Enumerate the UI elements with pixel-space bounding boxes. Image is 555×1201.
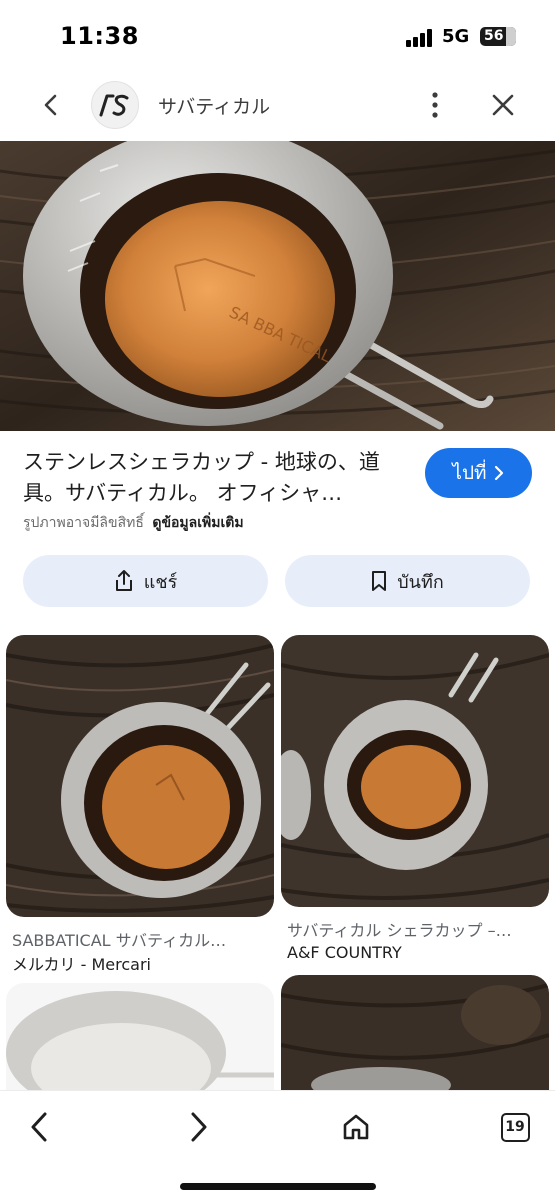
- chevron-right-icon: [494, 465, 503, 481]
- visit-label: ไปที่: [452, 462, 487, 484]
- more-options-button[interactable]: [424, 88, 446, 122]
- sierra-cup-photo: SA BBA TICAL: [0, 141, 555, 431]
- network-label: 5G: [442, 26, 470, 47]
- save-label: บันทึก: [397, 571, 444, 593]
- nav-tabs-button[interactable]: 19: [493, 1105, 537, 1149]
- related-image-2[interactable]: [281, 635, 549, 907]
- home-indicator: [180, 1183, 376, 1190]
- visit-button[interactable]: ไปที่: [425, 448, 532, 498]
- close-button[interactable]: [486, 88, 520, 122]
- status-time: 11:38: [60, 22, 139, 50]
- more-info-link[interactable]: ดูข้อมูลเพิ่มเติม: [152, 515, 243, 531]
- related-card-3[interactable]: [6, 983, 274, 1113]
- site-logo-icon[interactable]: [91, 81, 139, 129]
- hero-image[interactable]: SA BBA TICAL: [0, 141, 555, 431]
- related-source-1: メルカリ - Mercari: [12, 955, 151, 974]
- cup-photo-2: [281, 635, 549, 907]
- share-icon: [115, 570, 132, 591]
- related-source-2: A&F COUNTRY: [287, 943, 402, 962]
- related-card-4[interactable]: [281, 975, 549, 1115]
- related-card-1[interactable]: SABBATICAL サバティカル… メルカリ - Mercari: [6, 635, 274, 974]
- site-name[interactable]: サバティカル: [158, 92, 270, 119]
- nav-home-button[interactable]: [334, 1105, 378, 1149]
- copyright-note: รูปภาพอาจมีลิขสิทธิ์: [23, 515, 144, 531]
- back-icon: [31, 1112, 47, 1142]
- related-title-1: SABBATICAL サバティカル…: [12, 931, 227, 950]
- related-image-1[interactable]: [6, 635, 274, 917]
- share-button[interactable]: แชร์: [23, 555, 268, 607]
- copyright-line: รูปภาพอาจมีลิขสิทธิ์ ดูข้อมูลเพิ่มเติม: [23, 512, 244, 534]
- forward-icon: [191, 1112, 207, 1142]
- cup-photo-1: [6, 635, 274, 917]
- related-title-2: サバティカル シェラカップ –…: [287, 921, 512, 940]
- home-icon: [343, 1114, 369, 1140]
- tabs-count: 19: [505, 1119, 525, 1135]
- back-arrow-icon: [44, 94, 57, 116]
- result-title[interactable]: ステンレスシェラカップ - 地球の、道具。サバティカル。 オフィシャ…: [23, 447, 411, 509]
- tabs-icon: 19: [500, 1112, 530, 1142]
- save-button[interactable]: บันทึก: [285, 555, 530, 607]
- share-label: แชร์: [143, 571, 178, 593]
- header: サバティカル: [0, 72, 555, 138]
- more-vert-icon: [432, 92, 438, 118]
- close-icon: [492, 94, 514, 116]
- bookmark-icon: [372, 571, 387, 591]
- related-card-2[interactable]: サバティカル シェラカップ –… A&F COUNTRY: [281, 635, 549, 970]
- status-bar: 11:38 5G 56: [0, 0, 555, 72]
- nav-back-button[interactable]: [18, 1105, 62, 1149]
- nav-forward-button[interactable]: [176, 1105, 220, 1149]
- back-button[interactable]: [34, 88, 68, 122]
- battery-level: 56: [484, 28, 504, 44]
- signal-icon: [406, 29, 436, 47]
- battery-icon: 56: [480, 27, 516, 46]
- sabbatical-logo: [99, 94, 129, 117]
